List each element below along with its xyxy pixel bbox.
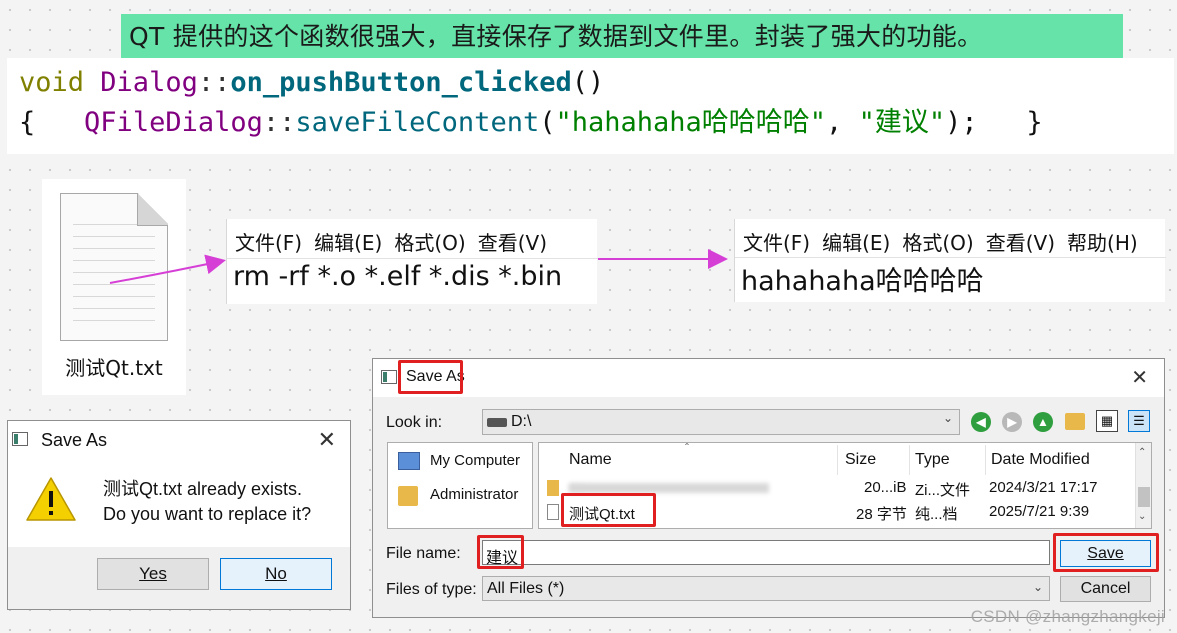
close-icon[interactable]: ✕ — [318, 429, 336, 451]
yes-button[interactable]: Yes — [97, 558, 209, 590]
save-button[interactable]: Save — [1060, 540, 1151, 567]
dialog-title: Save As — [406, 368, 465, 385]
file-list: Name ˆ Size Type Date Modified — 20...iB… — [538, 442, 1152, 529]
column-name[interactable]: Name — [569, 451, 612, 469]
notepad-content[interactable]: rm -rf *.o *.elf *.dis *.bin — [233, 261, 562, 292]
new-folder-icon[interactable] — [1065, 413, 1085, 430]
replace-confirm-dialog: Save As ✕ 测试Qt.txt already exists. Do yo… — [7, 420, 351, 610]
menu-file[interactable]: 文件(F) — [235, 231, 302, 255]
menu-help[interactable]: 帮助(H) — [1067, 231, 1138, 255]
file-list-scrollbar[interactable]: ⌃ ⌄ — [1135, 443, 1151, 528]
notepad-content[interactable]: hahahaha哈哈哈哈 — [741, 259, 984, 298]
list-view-icon[interactable]: ▦ — [1096, 410, 1118, 432]
column-type[interactable]: Type — [915, 451, 950, 469]
scroll-down-icon[interactable]: ⌄ — [1138, 511, 1146, 522]
sidebar-item-my-computer[interactable]: My Computer — [430, 452, 520, 469]
close-icon[interactable]: ✕ — [1131, 368, 1148, 388]
chevron-down-icon: ⌄ — [1032, 580, 1043, 594]
places-sidebar: My Computer Administrator — [387, 442, 533, 529]
notepad-after: 文件(F) 编辑(E) 格式(O) 查看(V) 帮助(H) hahahaha哈哈哈哈 — [734, 219, 1166, 302]
redaction-blur — [569, 483, 769, 493]
cancel-button[interactable]: Cancel — [1060, 576, 1151, 602]
menu-view[interactable]: 查看(V) — [478, 231, 547, 255]
menu-view[interactable]: 查看(V) — [986, 231, 1055, 255]
sort-up-icon: ˆ — [685, 442, 689, 455]
look-in-select[interactable]: D:\ ⌄ — [482, 409, 960, 435]
computer-icon — [398, 452, 420, 470]
column-date-modified[interactable]: Date Modified — [991, 451, 1090, 469]
dialog-titlebar: Save As ✕ — [8, 421, 350, 459]
scroll-up-icon[interactable]: ⌃ — [1138, 447, 1146, 458]
file-name: 测试Qt.txt — [569, 506, 635, 523]
notepad-menubar: 文件(F) 编辑(E) 格式(O) 查看(V) — [235, 227, 559, 256]
look-in-label: Look in: — [386, 414, 443, 431]
detail-view-icon[interactable]: ☰ — [1128, 410, 1150, 432]
menu-edit[interactable]: 编辑(E) — [822, 231, 890, 255]
window-icon — [12, 432, 28, 446]
message-line-1: 测试Qt.txt already exists. — [103, 479, 303, 499]
menu-format[interactable]: 格式(O) — [394, 231, 465, 255]
dialog-titlebar: Save As ✕ — [373, 359, 1164, 397]
dialog-body: 测试Qt.txt already exists. Do you want to … — [8, 459, 350, 547]
forward-icon[interactable]: ▶ — [1002, 412, 1022, 432]
sidebar-item-administrator[interactable]: Administrator — [430, 486, 518, 503]
file-list-header: Name ˆ Size Type Date Modified — [539, 443, 1135, 477]
menu-edit[interactable]: 编辑(E) — [314, 231, 382, 255]
file-row[interactable]: — 20...iB Zi...文件 2024/3/21 17:17 — [539, 476, 1135, 500]
file-type-select[interactable]: All Files (*) ⌄ — [482, 576, 1050, 601]
window-icon — [381, 370, 397, 384]
file-name-label: File name: — [386, 545, 461, 562]
user-folder-icon — [398, 486, 418, 506]
dialog-title: Save As — [41, 430, 108, 450]
up-folder-icon[interactable]: ▲ — [1033, 412, 1053, 432]
file-type-label: Files of type: — [386, 581, 477, 598]
drive-icon — [487, 418, 507, 427]
notepad-before: 文件(F) 编辑(E) 格式(O) 查看(V) rm -rf *.o *.elf *.… — [226, 219, 598, 304]
file-name-input[interactable]: 建议 — [482, 540, 1050, 567]
menu-file[interactable]: 文件(F) — [743, 231, 810, 255]
scrollbar-thumb[interactable] — [1138, 487, 1150, 507]
text-file-icon — [547, 504, 559, 520]
chevron-down-icon: ⌄ — [942, 411, 953, 425]
zip-file-icon — [547, 480, 559, 496]
menu-format[interactable]: 格式(O) — [902, 231, 973, 255]
message-line-2: Do you want to replace it? — [103, 504, 312, 524]
back-icon[interactable]: ◀ — [971, 412, 991, 432]
notepad-menubar: 文件(F) 编辑(E) 格式(O) 查看(V) 帮助(H) — [743, 227, 1150, 256]
column-size[interactable]: Size — [845, 451, 876, 469]
no-button[interactable]: No — [220, 558, 332, 590]
arrow-file-to-notepad — [109, 254, 226, 284]
warning-icon — [26, 477, 76, 521]
save-as-dialog: Save As ✕ Look in: D:\ ⌄ ◀ ▶ ▲ ▦ ☰ My Co… — [372, 358, 1165, 618]
watermark: CSDN @zhangzhangkeji — [970, 607, 1165, 626]
file-row[interactable]: 测试Qt.txt 28 字节 纯...档 2025/7/21 9:39 — [539, 500, 1135, 524]
